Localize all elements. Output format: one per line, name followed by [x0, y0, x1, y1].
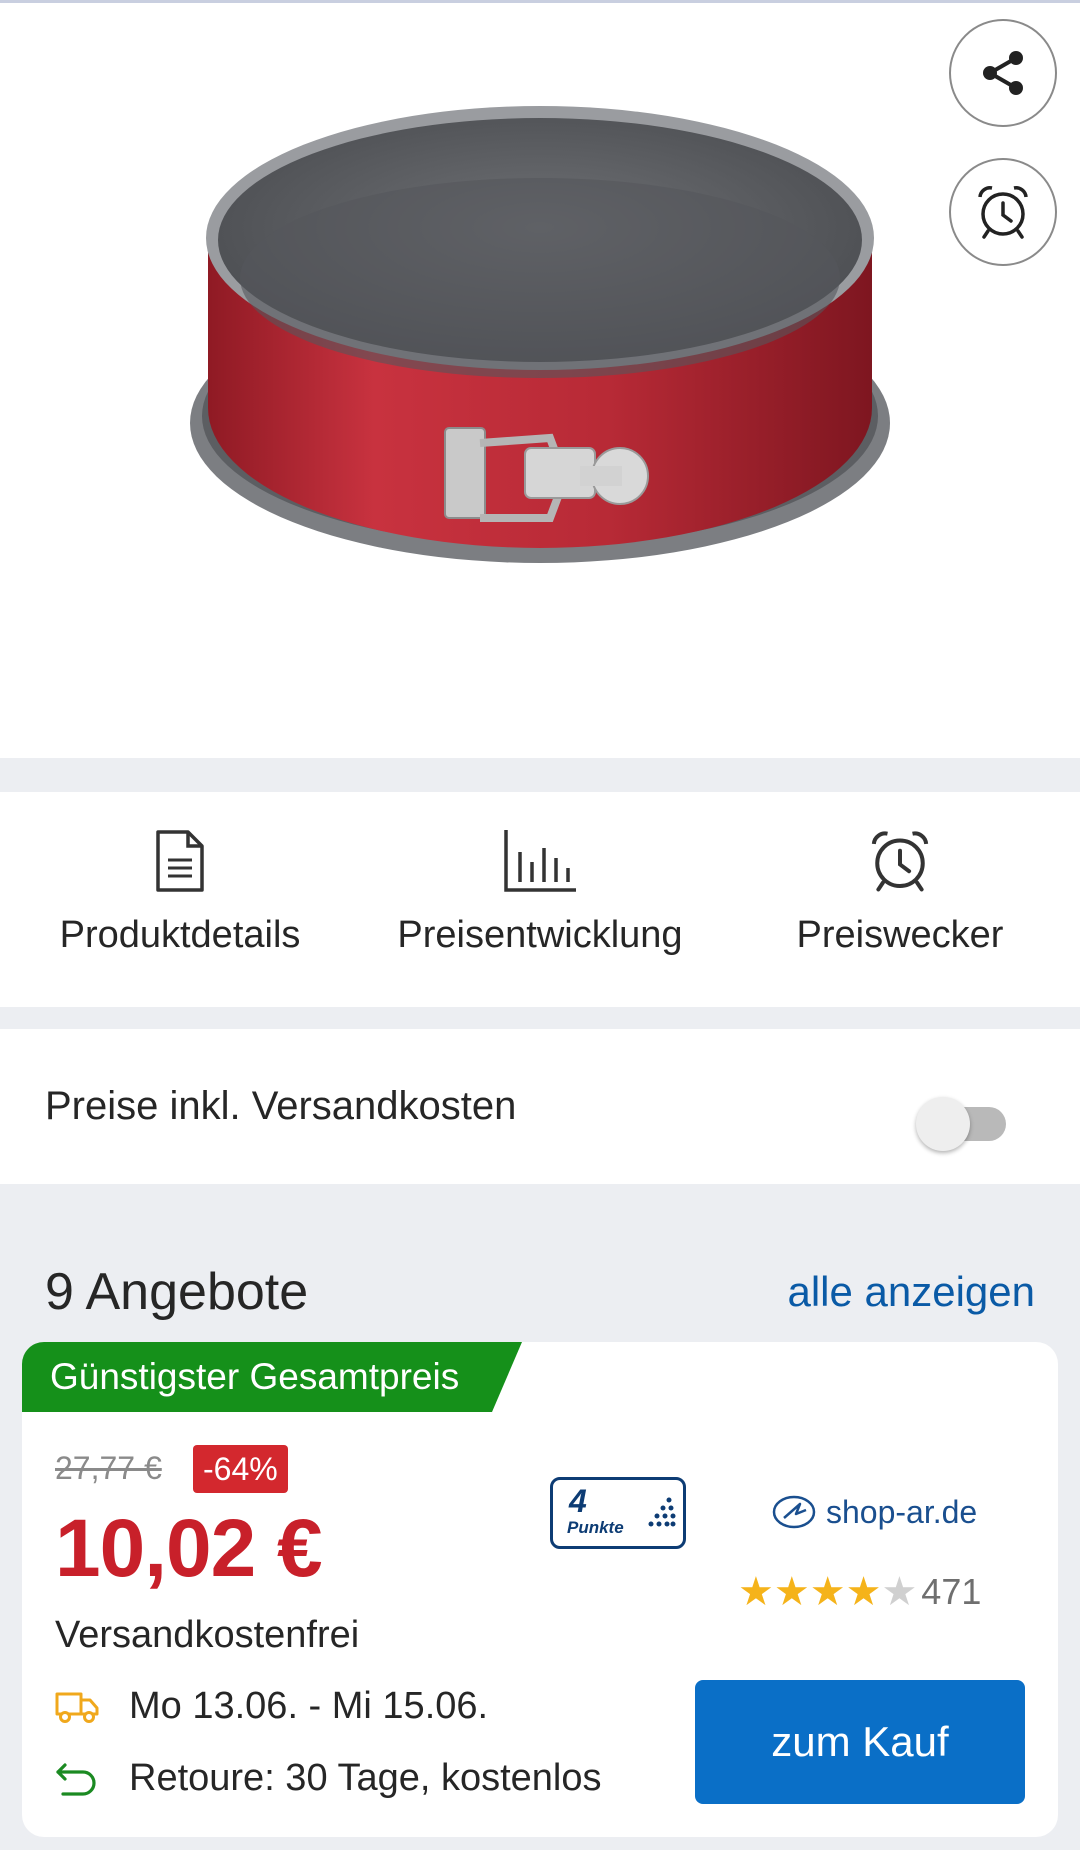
dots-pattern-icon [648, 1497, 676, 1527]
shop-logo-icon [772, 1495, 816, 1529]
action-label: Preisentwicklung [397, 914, 683, 956]
discount-badge: -64% [193, 1445, 288, 1493]
offers-count-heading: 9 Angebote [45, 1263, 309, 1321]
product-image[interactable] [180, 98, 900, 603]
delivery-info: Mo 13.06. - Mi 15.06. [55, 1685, 488, 1728]
points-badge: 4 Punkte [550, 1477, 686, 1549]
alarm-clock-icon [871, 831, 929, 892]
shipping-info: Versandkostenfrei [55, 1614, 360, 1656]
action-product-details[interactable]: Produktdetails [30, 792, 330, 1007]
action-price-history[interactable]: Preisentwicklung [380, 792, 700, 1007]
action-label: Preiswecker [796, 914, 1004, 956]
section-gap [0, 1007, 1080, 1029]
star-icon: ★ [809, 1570, 846, 1614]
points-number: 4 [569, 1483, 587, 1519]
top-offer-card[interactable]: Günstigster Gesamtpreis 27,77 € -64% 10,… [22, 1342, 1058, 1837]
section-gap [0, 758, 1080, 792]
product-image-area [0, 3, 1080, 758]
price-alert-button[interactable] [949, 158, 1057, 266]
star-icon: ★ [845, 1570, 882, 1614]
offer-price: 10,02 € [55, 1503, 323, 1594]
toggle-knob [916, 1097, 970, 1151]
action-price-alert[interactable]: Preiswecker [760, 792, 1040, 1007]
delivery-date: Mo 13.06. - Mi 15.06. [129, 1685, 489, 1727]
buy-button[interactable]: zum Kauf [695, 1680, 1025, 1804]
share-icon [983, 51, 1023, 95]
star-icon: ★ [738, 1570, 774, 1614]
returns-info: Retoure: 30 Tage, kostenlos [55, 1757, 602, 1800]
shipping-toggle-label: Preise inkl. Versandkosten [45, 1084, 517, 1128]
share-button[interactable] [949, 19, 1057, 127]
offers-section: 9 Angebote alle anzeigen Günstigster Ges… [0, 1184, 1080, 1850]
star-icon: ★ [773, 1570, 810, 1614]
points-label: Punkte [567, 1518, 624, 1537]
shipping-toggle-switch[interactable] [916, 1097, 1006, 1151]
shop-name: shop-ar.de [826, 1493, 978, 1530]
show-all-offers-link[interactable]: alle anzeigen [787, 1268, 1035, 1316]
rating-count: 471 [921, 1571, 982, 1612]
old-price: 27,77 € [55, 1450, 162, 1486]
delivery-truck-icon [55, 1692, 99, 1723]
shop-info[interactable]: shop-ar.de [770, 1492, 977, 1532]
return-arrow-icon [56, 1762, 96, 1796]
cheapest-badge: Günstigster Gesamtpreis [22, 1342, 522, 1412]
returns-policy: Retoure: 30 Tage, kostenlos [129, 1757, 602, 1799]
document-icon [156, 830, 204, 892]
product-actions: Produktdetails Preisentwicklung Preiswec… [0, 792, 1080, 1007]
bar-chart-icon [504, 830, 576, 892]
star-empty-icon: ★ [881, 1570, 918, 1614]
action-label: Produktdetails [59, 914, 301, 956]
shop-rating: ★ ★ ★ ★ ★ 471 [738, 1570, 981, 1614]
shipping-toggle-row: Preise inkl. Versandkosten [0, 1029, 1080, 1184]
alarm-clock-icon [978, 186, 1028, 239]
